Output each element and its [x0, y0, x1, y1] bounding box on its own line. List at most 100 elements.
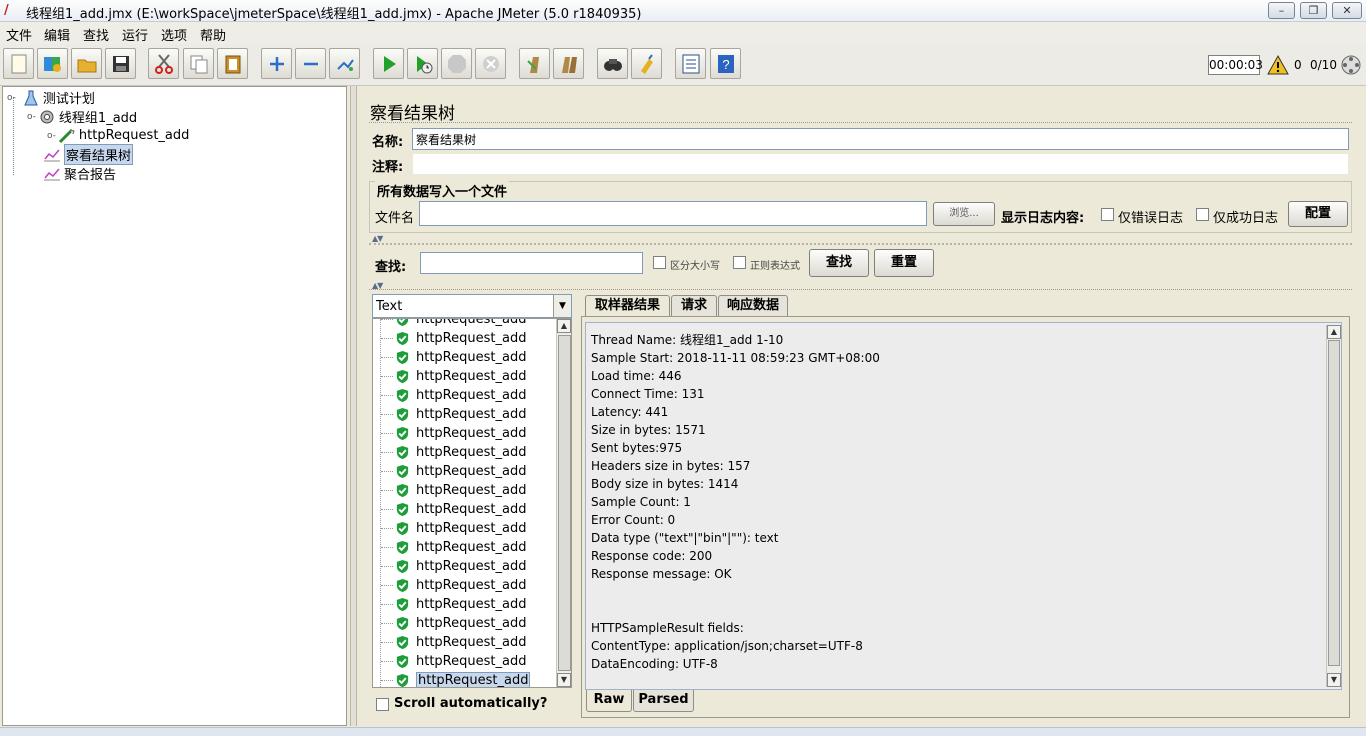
list-item[interactable]: httpRequest_add	[381, 614, 556, 633]
renderer-value: Text	[376, 299, 403, 314]
scrollbar-thumb[interactable]	[1328, 340, 1340, 666]
scroll-down-arrow-icon[interactable]: ▼	[557, 673, 571, 687]
sampler-result-text[interactable]: Thread Name: 线程组1_add 1-10 Sample Start: …	[585, 322, 1342, 690]
tree-expand-toggle[interactable]: o-	[7, 93, 16, 103]
list-item[interactable]: httpRequest_add	[381, 652, 556, 671]
menu-help[interactable]: 帮助	[200, 25, 226, 44]
split-pane-divider[interactable]	[350, 86, 357, 726]
test-plan-tree[interactable]: o- 测试计划 o- 线程组1_add o- httpRequest_add 察…	[2, 86, 347, 726]
case-sensitive-checkbox[interactable]	[653, 256, 666, 269]
tab-parsed[interactable]: Parsed	[633, 690, 694, 712]
errors-only-checkbox[interactable]	[1101, 208, 1114, 221]
tab-raw[interactable]: Raw	[586, 690, 632, 712]
list-item[interactable]: httpRequest_add	[381, 576, 556, 595]
menu-options[interactable]: 选项	[161, 25, 187, 44]
tree-connector	[381, 547, 393, 548]
list-item[interactable]: httpRequest_add	[381, 481, 556, 500]
list-item[interactable]: httpRequest_add	[381, 367, 556, 386]
running-status-icon	[1341, 55, 1361, 75]
open-button[interactable]	[71, 48, 102, 79]
success-only-checkbox[interactable]	[1196, 208, 1209, 221]
configure-button[interactable]: 配置	[1288, 201, 1348, 227]
tree-item-view-results-tree[interactable]: 察看结果树	[43, 144, 134, 165]
list-item-partial[interactable]: httpRequest_add	[381, 319, 556, 329]
scroll-up-arrow-icon[interactable]: ▲	[1327, 325, 1341, 339]
list-item[interactable]: httpRequest_add	[381, 329, 556, 348]
list-item[interactable]: httpRequest_add	[381, 519, 556, 538]
reset-button[interactable]: 重置	[874, 249, 934, 277]
scroll-down-arrow-icon[interactable]: ▼	[1327, 673, 1341, 687]
expand-all-button[interactable]	[261, 48, 292, 79]
clear-button[interactable]	[519, 48, 550, 79]
regex-checkbox[interactable]	[733, 256, 746, 269]
warning-icon[interactable]	[1267, 54, 1289, 76]
tree-item-thread-group[interactable]: o- 线程组1_add	[27, 107, 137, 126]
success-check-icon	[396, 426, 409, 441]
shutdown-icon	[482, 55, 499, 72]
chevron-down-icon[interactable]: ▼	[553, 295, 571, 317]
start-no-timers-button[interactable]	[407, 48, 438, 79]
menu-search[interactable]: 查找	[83, 25, 109, 44]
close-button[interactable]: ✕	[1332, 2, 1362, 19]
search-label: 查找:	[375, 260, 407, 275]
list-item[interactable]: httpRequest_add	[381, 500, 556, 519]
tree-item-aggregate-report[interactable]: 聚合报告	[43, 164, 116, 183]
save-button[interactable]	[105, 48, 136, 79]
list-item[interactable]: httpRequest_add	[381, 633, 556, 652]
split-arrows-icon[interactable]: ▲▼	[372, 234, 383, 243]
search-button[interactable]	[597, 48, 628, 79]
minimize-button[interactable]: –	[1268, 2, 1295, 19]
help-button[interactable]: ?	[710, 48, 741, 79]
paste-button[interactable]	[217, 48, 248, 79]
results-list[interactable]: httpRequest_add httpRequest_add httpReque…	[372, 318, 572, 688]
list-item[interactable]: httpRequest_add	[381, 424, 556, 443]
scroll-up-arrow-icon[interactable]: ▲	[557, 319, 571, 333]
collapse-all-button[interactable]	[295, 48, 326, 79]
list-item[interactable]: httpRequest_add	[381, 462, 556, 481]
scrollbar-thumb[interactable]	[558, 335, 571, 671]
sampler-icon	[58, 128, 76, 144]
copy-button[interactable]	[183, 48, 214, 79]
name-field[interactable]: 察看结果树	[412, 128, 1349, 150]
browse-button[interactable]: 浏览...	[933, 202, 995, 226]
tree-expand-toggle[interactable]: o-	[27, 112, 36, 122]
result-line	[591, 601, 1326, 619]
comment-field[interactable]	[412, 153, 1349, 175]
cut-button[interactable]	[148, 48, 179, 79]
list-item[interactable]: httpRequest_add	[381, 405, 556, 424]
filename-field[interactable]	[419, 201, 927, 226]
tree-item-test-plan[interactable]: o- 测试计划	[7, 88, 95, 107]
list-item[interactable]: httpRequest_add	[381, 386, 556, 405]
clear-all-button[interactable]	[553, 48, 584, 79]
stop-button[interactable]	[441, 48, 472, 79]
tree-item-http-request[interactable]: o- httpRequest_add	[47, 126, 189, 145]
tree-connector	[381, 395, 393, 396]
results-scrollbar[interactable]: ▲ ▼	[556, 319, 571, 687]
tab-response-data[interactable]: 响应数据	[718, 295, 788, 317]
tree-expand-toggle[interactable]: o-	[47, 131, 56, 141]
menu-file[interactable]: 文件	[6, 25, 32, 44]
list-item[interactable]: httpRequest_add	[381, 443, 556, 462]
list-item[interactable]: httpRequest_add	[381, 348, 556, 367]
scroll-automatically-checkbox[interactable]	[376, 698, 389, 711]
detail-scrollbar[interactable]: ▲ ▼	[1326, 325, 1341, 687]
list-item[interactable]: httpRequest_add	[381, 538, 556, 557]
tab-request[interactable]: 请求	[671, 295, 717, 317]
tab-sampler-result[interactable]: 取样器结果	[585, 295, 670, 317]
toggle-button[interactable]	[329, 48, 360, 79]
restore-button[interactable]: ❐	[1300, 2, 1327, 19]
search-input[interactable]	[420, 252, 643, 274]
shutdown-button[interactable]	[475, 48, 506, 79]
list-item[interactable]: httpRequest_add	[381, 557, 556, 576]
renderer-select[interactable]: Text ▼	[372, 294, 572, 318]
menu-edit[interactable]: 编辑	[44, 25, 70, 44]
templates-button[interactable]	[37, 48, 68, 79]
menu-run[interactable]: 运行	[122, 25, 148, 44]
reset-search-button[interactable]	[631, 48, 662, 79]
new-button[interactable]	[3, 48, 34, 79]
function-helper-button[interactable]	[675, 48, 706, 79]
start-button[interactable]	[373, 48, 404, 79]
list-item[interactable]: httpRequest_add	[381, 595, 556, 614]
search-submit-button[interactable]: 查找	[809, 249, 869, 277]
list-item[interactable]: httpRequest_add	[381, 671, 556, 687]
